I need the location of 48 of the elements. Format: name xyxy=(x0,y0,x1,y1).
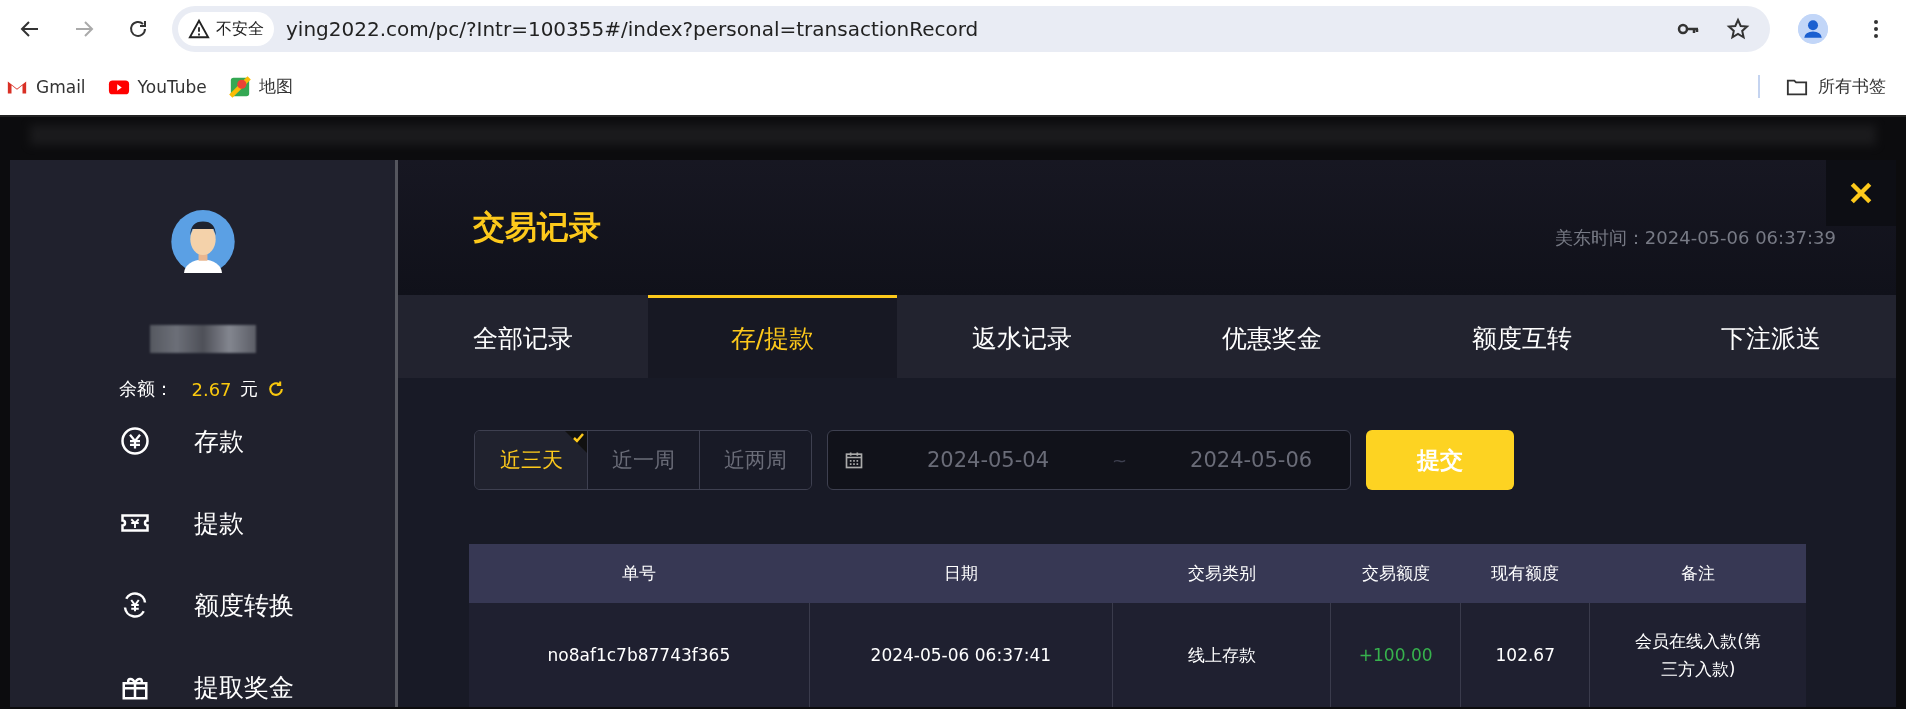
profile-icon[interactable] xyxy=(1798,14,1828,44)
tab[interactable]: 优惠奖金 xyxy=(1147,295,1397,378)
all-bookmarks-button[interactable]: 所有书签 xyxy=(1758,75,1886,98)
column-header: 交易类别 xyxy=(1112,544,1331,603)
start-date-text: 2024-05-04 xyxy=(925,448,1050,472)
range-option[interactable]: 近三天 xyxy=(475,431,587,489)
yen-coin-icon xyxy=(120,426,150,456)
tab[interactable]: 额度互转 xyxy=(1396,295,1647,378)
tab[interactable]: 下注派送 xyxy=(1646,295,1896,378)
balance-label: 余额： xyxy=(119,377,174,401)
column-header: 备注 xyxy=(1589,544,1806,603)
currency-label: 元 xyxy=(239,377,258,401)
range-separator: ~ xyxy=(1112,449,1128,471)
calendar-icon xyxy=(844,450,864,470)
sidebar-item[interactable]: 存款 xyxy=(120,421,395,461)
sidebar-item[interactable]: 提款 xyxy=(120,503,395,543)
table-cell: no8af1c7b87743f365 xyxy=(469,603,810,707)
warning-icon xyxy=(188,18,210,40)
end-date-text: 2024-05-06 xyxy=(1189,448,1314,472)
column-header: 交易额度 xyxy=(1330,544,1461,603)
tab[interactable]: 返水记录 xyxy=(897,295,1147,378)
bookmark[interactable]: YouTube xyxy=(107,75,207,98)
url-text: ying2022.com/pc/?Intr=100355#/index?personal=transactionRecord xyxy=(286,17,980,41)
table-cell: 2024-05-06 06:37:41 xyxy=(809,603,1113,707)
column-header: 现有额度 xyxy=(1460,544,1590,603)
balance-value: 2.67 xyxy=(191,378,232,400)
page-title: 交易记录 xyxy=(473,206,601,248)
tab[interactable]: 全部记录 xyxy=(398,295,648,378)
column-header: 单号 xyxy=(469,544,810,603)
table-cell: 102.67 xyxy=(1460,603,1590,707)
close-button[interactable] xyxy=(1826,160,1896,226)
map-pin-icon xyxy=(228,75,251,98)
tab[interactable]: 存/提款 xyxy=(647,295,898,378)
column-header: 日期 xyxy=(809,544,1113,603)
date-range-field[interactable]: 2024-05-04 ~ 2024-05-06 xyxy=(827,430,1351,490)
bookmark[interactable]: Gmail xyxy=(6,75,86,98)
star-icon[interactable] xyxy=(1726,17,1750,41)
security-label: 不安全 xyxy=(216,18,264,40)
security-chip[interactable]: 不安全 xyxy=(178,12,274,46)
table-cell: 会员在线入款(第三方入款) xyxy=(1589,603,1806,707)
checkmark-icon xyxy=(565,431,587,453)
sidebar-item[interactable]: 额度转换 xyxy=(120,585,395,625)
address-bar[interactable]: 不安全 ying2022.com/pc/?Intr=100355#/index?personal=transactionRecord xyxy=(172,6,1770,52)
sidebar-item[interactable]: 提取奖金 xyxy=(120,667,395,707)
server-time: 美东时间：2024-05-06 06:37:39 xyxy=(1554,225,1836,250)
table-cell: 线上存款 xyxy=(1112,603,1331,707)
bookmark[interactable]: 地图 xyxy=(228,75,293,98)
table-cell: +100.00 xyxy=(1330,603,1461,707)
